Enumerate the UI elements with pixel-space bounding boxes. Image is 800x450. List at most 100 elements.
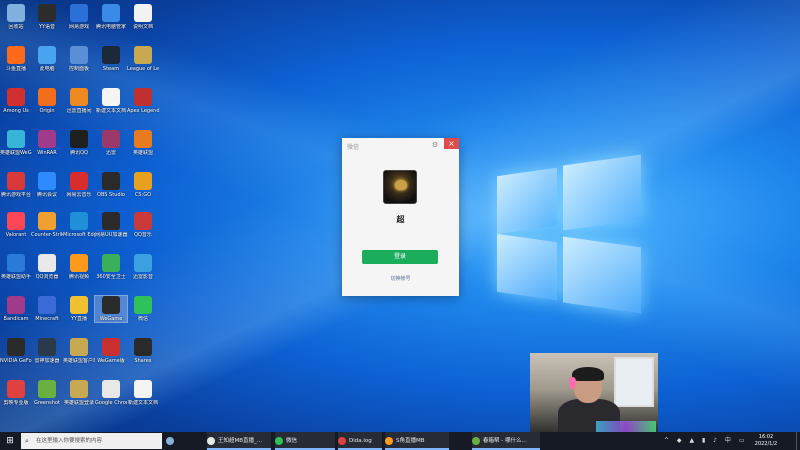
desktop-icon[interactable]: 雷神加速器 xyxy=(31,338,63,364)
app-icon xyxy=(70,254,88,272)
app-icon xyxy=(134,296,152,314)
desktop-icon-label: 迅雷 xyxy=(105,150,116,156)
desktop-icon[interactable]: WeGame版 xyxy=(95,338,127,364)
desktop-icon[interactable]: 此电脑 xyxy=(31,46,63,72)
desktop-icon[interactable]: Valorant xyxy=(0,212,32,238)
desktop-icon[interactable]: 迅雷影音 xyxy=(127,254,159,280)
desktop-icon[interactable]: 腾讯电脑管家 xyxy=(95,4,127,30)
desktop-icon-label: WeGame版 xyxy=(97,358,125,364)
desktop-icon[interactable]: Sharex xyxy=(127,338,159,364)
taskbar-item[interactable]: S角直播MB xyxy=(385,432,449,450)
desktop-icon[interactable]: 新建文本文档 xyxy=(127,380,159,406)
app-icon xyxy=(70,172,88,190)
close-button[interactable]: × xyxy=(444,138,459,149)
desktop-icon[interactable]: 网易云音乐 xyxy=(63,172,95,198)
gear-icon[interactable]: ⚙ xyxy=(432,141,438,149)
desktop-icon-label: Microsoft Edge xyxy=(63,232,95,238)
desktop-icon[interactable]: 腾讯视频 xyxy=(63,254,95,280)
desktop-icon[interactable]: 腾讯会议 xyxy=(31,172,63,198)
app-icon xyxy=(275,436,283,445)
desktop-icon[interactable]: 英雄联盟客户端 xyxy=(63,338,95,364)
taskbar: ⊞ ⌕ 在这里输入你要搜索的内容 王知超MB直播_... 微信 Dida.log S角… xyxy=(0,432,800,450)
desktop-icon[interactable]: 说明文档 xyxy=(127,4,159,30)
desktop-icon-label: Steam xyxy=(102,66,120,72)
desktop-icon[interactable]: 迅雷直播间 xyxy=(63,88,95,114)
desktop-icon[interactable]: Counter-Strike xyxy=(31,212,63,238)
taskbar-item[interactable]: Dida.log xyxy=(338,432,382,450)
desktop-icon[interactable]: 英雄联盟WeGame xyxy=(0,130,32,156)
desktop-icon[interactable]: Greenshot xyxy=(31,380,63,406)
desktop-icon[interactable]: 英雄联盟登录 xyxy=(63,380,95,406)
desktop-icon-label: 微信 xyxy=(137,316,148,322)
clock-time: 16:02 xyxy=(758,434,774,440)
desktop-icon[interactable]: YY语音 xyxy=(31,4,63,30)
desktop-icon-label: WeGame xyxy=(99,316,123,322)
desktop-icon[interactable]: Microsoft Edge xyxy=(63,212,95,238)
desktop-icon[interactable]: WeGame xyxy=(94,295,128,323)
desktop-icon[interactable]: WinRAR xyxy=(31,130,63,156)
show-desktop-button[interactable] xyxy=(796,432,800,450)
desktop-icon[interactable]: 英雄联盟 xyxy=(127,130,159,156)
desktop-icon-label: Origin xyxy=(39,108,55,114)
desktop-icon[interactable]: YY直播 xyxy=(63,296,95,322)
system-tray[interactable]: ^ ◆ ▲ ▮ ♪ 中 ▭ xyxy=(664,432,748,450)
wechat-login-dialog: 微信 ⚙ × 超 登录 切换帐号 xyxy=(342,138,459,296)
app-icon xyxy=(38,338,56,356)
desktop-icon-label: Greenshot xyxy=(34,400,60,406)
desktop-icon[interactable]: 360安全卫士 xyxy=(95,254,127,280)
app-icon xyxy=(134,254,152,272)
taskbar-item[interactable] xyxy=(166,432,180,450)
headset-icon xyxy=(569,377,576,389)
account-name: 超 xyxy=(396,215,405,224)
desktop-icon[interactable]: 网易UU加速器 xyxy=(95,212,127,238)
taskbar-item[interactable]: 王知超MB直播_... xyxy=(207,432,271,450)
desktop-icon[interactable]: 剪映专业版 xyxy=(0,380,32,406)
app-icon xyxy=(70,46,88,64)
app-icon xyxy=(38,130,56,148)
app-icon xyxy=(7,130,25,148)
switch-account-link[interactable]: 切换帐号 xyxy=(342,275,459,282)
app-icon xyxy=(472,436,480,445)
app-icon xyxy=(134,212,152,230)
desktop-icon[interactable]: QQ浏览器 xyxy=(31,254,63,280)
desktop-icon-label: NVIDIA GeForce xyxy=(0,358,32,364)
desktop-icon[interactable]: Apex Legends xyxy=(127,88,159,114)
desktop-icon[interactable]: 网易游戏 xyxy=(63,4,95,30)
desktop-icon[interactable]: Among Us xyxy=(0,88,32,114)
start-button[interactable]: ⊞ xyxy=(0,432,20,450)
desktop-icon[interactable]: OBS Studio xyxy=(95,172,127,198)
app-icon xyxy=(70,296,88,314)
app-icon xyxy=(70,4,88,22)
desktop-icon[interactable]: NVIDIA GeForce xyxy=(0,338,32,364)
login-button[interactable]: 登录 xyxy=(362,250,438,264)
desktop-icon[interactable]: CS:GO xyxy=(127,172,159,198)
clock[interactable]: 16:02 2022/1/2 xyxy=(748,434,784,448)
app-icon xyxy=(70,130,88,148)
desktop-icon[interactable]: Bandicam xyxy=(0,296,32,322)
desktop-icon[interactable]: 迅雷 xyxy=(95,130,127,156)
desktop-icon[interactable]: 控制面板 xyxy=(63,46,95,72)
desktop-icon[interactable]: 腾讯QQ xyxy=(63,130,95,156)
desktop-icon[interactable]: Minecraft xyxy=(31,296,63,322)
desktop-icon-label: 剪映专业版 xyxy=(3,400,29,406)
desktop-icon-label: QQ音乐 xyxy=(134,232,152,238)
desktop-icon[interactable]: 斗鱼直播 xyxy=(0,46,32,72)
taskbar-item-label: Dida.log xyxy=(349,438,372,444)
app-icon xyxy=(102,130,120,148)
desktop-icon[interactable]: Origin xyxy=(31,88,63,114)
desktop-icon-label: 控制面板 xyxy=(68,66,89,72)
desktop-icon[interactable]: Google Chrome xyxy=(95,380,127,406)
desktop-icon[interactable]: 英雄联盟助手 xyxy=(0,254,32,280)
desktop-icon[interactable]: Steam xyxy=(95,46,127,72)
desktop-icon[interactable]: 腾讯游戏平台 xyxy=(0,172,32,198)
search-input[interactable]: ⌕ 在这里输入你要搜索的内容 xyxy=(21,433,162,449)
desktop-icon[interactable]: 微信 xyxy=(127,296,159,322)
desktop-icon[interactable]: QQ音乐 xyxy=(127,212,159,238)
desktop-icon[interactable]: 新建文本文档 xyxy=(95,88,127,114)
desktop-icon[interactable]: 回收站 xyxy=(0,4,32,30)
desktop-icon[interactable]: League of Legends xyxy=(127,46,159,72)
taskbar-item-label: 春箱帮 - 哪什么... xyxy=(483,438,527,444)
app-icon xyxy=(102,172,120,190)
taskbar-item[interactable]: 微信 xyxy=(275,432,335,450)
taskbar-item[interactable]: 春箱帮 - 哪什么... xyxy=(472,432,540,450)
